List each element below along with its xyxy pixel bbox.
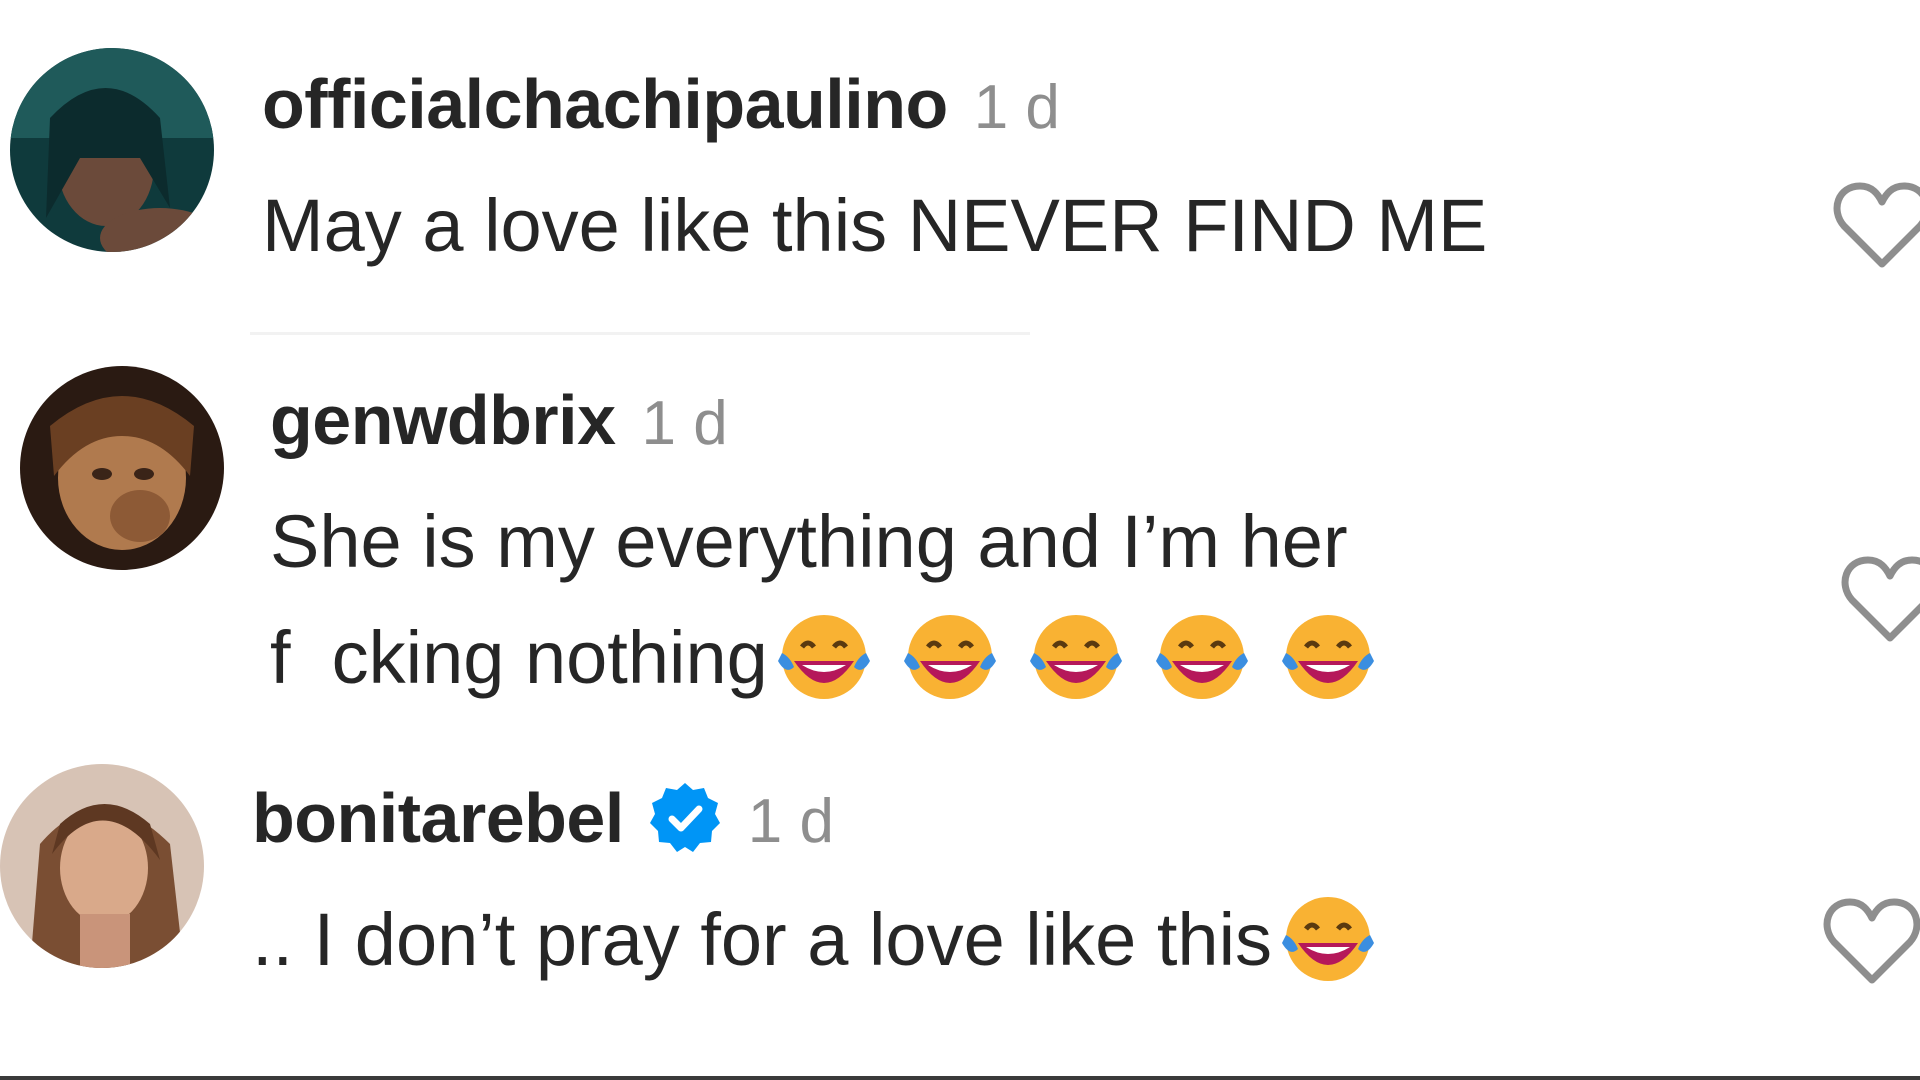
emoji-row (1276, 897, 1402, 993)
bottom-border (0, 1076, 1920, 1080)
comment-username[interactable]: bonitarebel (252, 778, 624, 858)
avatar[interactable] (20, 366, 224, 570)
verified-badge-icon (648, 781, 722, 855)
heart-outline-icon (1833, 182, 1920, 268)
comment-text: May a love like this NEVER FIND ME (262, 168, 1487, 284)
divider (250, 332, 1030, 335)
comment-text-line: f cking nothing (270, 616, 768, 699)
comment-text-line: .. I don’t pray for a love like this (252, 898, 1273, 981)
like-button[interactable] (1840, 554, 1920, 646)
avatar[interactable] (0, 764, 204, 968)
comment-timestamp: 1 d (641, 389, 728, 458)
emoji-row (772, 615, 1402, 711)
comment-username[interactable]: officialchachipaulino (262, 64, 948, 144)
comment-timestamp: 1 d (747, 787, 834, 856)
face-with-tears-of-joy-icon (1150, 609, 1254, 705)
like-button[interactable] (1832, 180, 1920, 272)
comment-username[interactable]: genwdbrix (270, 380, 616, 460)
comment-text-line: May a love like this NEVER FIND ME (262, 184, 1488, 267)
avatar[interactable] (10, 48, 214, 252)
like-button[interactable] (1822, 896, 1920, 988)
heart-outline-icon (1841, 556, 1920, 642)
comment-text: She is my everything and I’m her f cking… (270, 484, 1402, 716)
comment-text-line-with-emoji: f cking nothing (270, 600, 1402, 716)
heart-outline-icon (1823, 898, 1920, 984)
face-with-tears-of-joy-icon (898, 609, 1002, 705)
comment-text-line: She is my everything and I’m her (270, 500, 1348, 583)
comment-timestamp: 1 d (973, 73, 1060, 142)
face-with-tears-of-joy-icon (1024, 609, 1128, 705)
face-with-tears-of-joy-icon (772, 609, 876, 705)
face-with-tears-of-joy-icon (1276, 609, 1380, 705)
face-with-tears-of-joy-icon (1276, 891, 1380, 987)
comment-text: .. I don’t pray for a love like this (252, 882, 1402, 998)
